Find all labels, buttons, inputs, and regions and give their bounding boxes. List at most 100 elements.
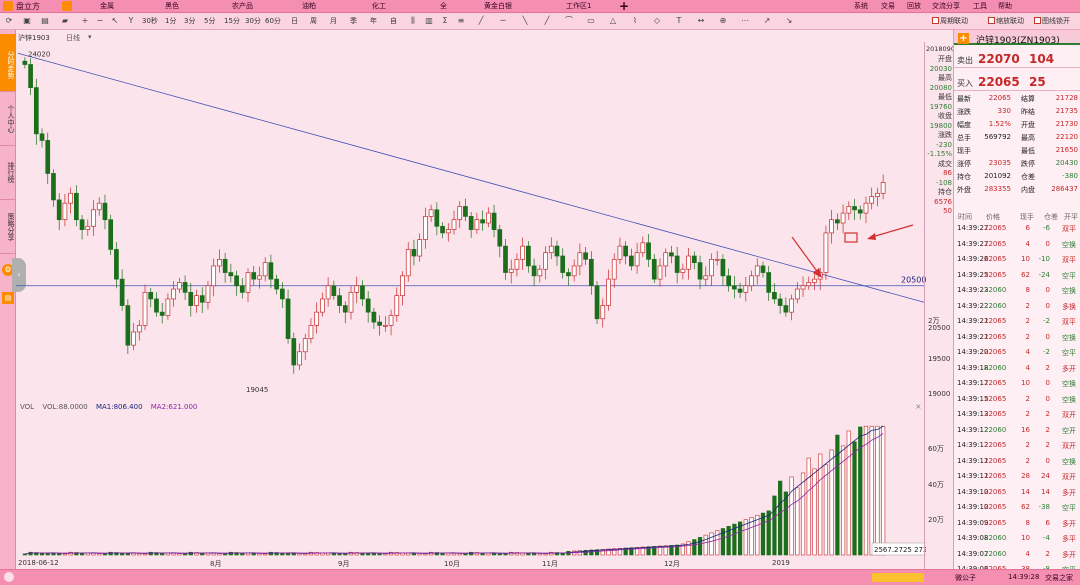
draw-tool-icon-14[interactable]: ↘ xyxy=(784,16,794,26)
open-folder-icon[interactable]: ▰ xyxy=(60,16,70,26)
bar-chart-icon[interactable]: ▥ xyxy=(424,16,434,26)
menu-right-5[interactable]: 帮助 xyxy=(998,1,1012,11)
menu-tab-0[interactable]: 金属 xyxy=(100,1,114,11)
buy-row[interactable]: 买入 22065 25 xyxy=(954,74,1080,91)
menu-tab-6[interactable]: 黄金白银 xyxy=(484,1,512,11)
draw-tool-icon-4[interactable]: ⌒ xyxy=(564,16,574,26)
checkbox-icon[interactable] xyxy=(988,17,995,24)
draw-tool-icon-13[interactable]: ↗ xyxy=(762,16,772,26)
period-10[interactable]: 季 xyxy=(350,16,357,26)
tools-icon[interactable]: ▤ xyxy=(2,292,14,304)
candle xyxy=(268,254,274,289)
zoom-in-icon[interactable]: + xyxy=(80,16,90,26)
checkbox-icon[interactable] xyxy=(1034,17,1041,24)
period-5[interactable]: 30分 xyxy=(245,16,261,26)
compare-icon[interactable]: ≡ xyxy=(456,16,466,26)
period-4[interactable]: 15分 xyxy=(224,16,240,26)
indicator-icon[interactable]: Σ xyxy=(440,16,450,26)
side-tab-1[interactable]: 个人中心 xyxy=(0,88,16,146)
trend-line[interactable] xyxy=(17,52,925,303)
quote-label: 总手 xyxy=(957,134,971,142)
info-label: 涨跌 xyxy=(938,131,952,139)
draw-tool-icon-9[interactable]: T xyxy=(674,16,684,26)
volume-bar xyxy=(463,553,468,556)
draw-tool-icon-0[interactable]: ╱ xyxy=(476,16,486,26)
candle-icon[interactable]: ⫼ xyxy=(408,16,418,26)
draw-tool-icon-10[interactable]: ↔ xyxy=(696,16,706,26)
draw-tool-icon-1[interactable]: ─ xyxy=(498,16,508,26)
volume-bar xyxy=(102,553,108,556)
price-chart[interactable]: 20500 24020 19045 xyxy=(16,42,926,400)
lock-icon[interactable]: ▣ xyxy=(22,16,32,26)
checkbox-icon[interactable] xyxy=(932,17,939,24)
toolbar-option-1[interactable]: 缩放联动 xyxy=(988,16,1024,26)
quote-row: 幅度 1.52% 开盘 21730 xyxy=(954,119,1080,131)
period-2[interactable]: 3分 xyxy=(184,16,195,26)
menu-right-3[interactable]: 交流分享 xyxy=(932,1,960,11)
period-8[interactable]: 周 xyxy=(310,16,317,26)
menu-tab-5[interactable]: 全 xyxy=(440,1,447,11)
toolbar-option-2[interactable]: 图线锁开 xyxy=(1034,16,1070,26)
period-1[interactable]: 1分 xyxy=(165,16,176,26)
period-6[interactable]: 60分 xyxy=(265,16,281,26)
menu-tab-7[interactable]: 工作区1 xyxy=(566,1,591,11)
custom-period[interactable]: 自 xyxy=(390,16,397,26)
candle xyxy=(251,265,257,286)
draw-tool-icon-6[interactable]: △ xyxy=(608,16,618,26)
tick-cell: 22065 xyxy=(984,239,1007,248)
toolbar-option-0[interactable]: 周期联动 xyxy=(932,16,968,26)
side-tab-3[interactable]: 策略分享 xyxy=(0,196,16,254)
candle xyxy=(302,333,308,361)
candle xyxy=(566,268,571,286)
home-icon[interactable] xyxy=(62,1,72,11)
save-icon[interactable]: ▤ xyxy=(40,16,50,26)
zoom-out-icon[interactable]: − xyxy=(95,16,105,26)
period-3[interactable]: 5分 xyxy=(204,16,215,26)
side-tab-0[interactable]: 分时走势 xyxy=(0,34,16,92)
menu-right-1[interactable]: 交易 xyxy=(881,1,895,11)
candle xyxy=(600,298,606,328)
period-dropdown-icon[interactable]: ▾ xyxy=(88,33,92,41)
sell-row[interactable]: 卖出 22070 104 xyxy=(954,51,1080,68)
volume-bar xyxy=(806,457,811,556)
menu-tab-4[interactable]: 化工 xyxy=(372,1,386,11)
refresh-icon[interactable]: ⟳ xyxy=(4,16,14,26)
tick-cell: 62 xyxy=(1021,503,1030,511)
menu-tab-1[interactable]: 黑色 xyxy=(165,1,179,11)
close-volume-icon[interactable]: × xyxy=(915,402,922,411)
add-watch-icon[interactable]: + xyxy=(958,33,969,44)
period-9[interactable]: 月 xyxy=(330,16,337,26)
tick-cell: 多换 xyxy=(1062,302,1076,311)
info-label: 最低 xyxy=(938,93,952,101)
menu-right-0[interactable]: 系统 xyxy=(854,1,868,11)
draw-tool-icon-5[interactable]: ▭ xyxy=(586,16,596,26)
period-11[interactable]: 年 xyxy=(370,16,377,26)
candle xyxy=(62,194,68,227)
volume-chart[interactable]: 2567.2725 2726 xyxy=(16,412,926,557)
quote-label: 现手 xyxy=(957,147,971,155)
volume-bar xyxy=(692,539,697,556)
volume-bar xyxy=(411,553,417,556)
candle xyxy=(142,284,148,331)
draw-tool-icon-8[interactable]: ◇ xyxy=(652,16,662,26)
menu-tab-2[interactable]: 农产品 xyxy=(232,1,253,11)
period-7[interactable]: 日 xyxy=(291,16,298,26)
quote-row: 现手 最低 21650 xyxy=(954,145,1080,157)
menu-right-2[interactable]: 回放 xyxy=(907,1,921,11)
cursor-icon[interactable]: ↖ xyxy=(110,16,120,26)
vol-tick: 20万 xyxy=(928,516,944,524)
draw-tool-icon-2[interactable]: ╲ xyxy=(520,16,530,26)
add-tab-icon[interactable]: + xyxy=(619,0,629,13)
volume-bar xyxy=(881,425,886,556)
menu-right-4[interactable]: 工具 xyxy=(973,1,987,11)
draw-tool-icon-7[interactable]: ⌇ xyxy=(630,16,640,26)
menu-tab-3[interactable]: 油粕 xyxy=(302,1,316,11)
draw-tool-icon-3[interactable]: ╱ xyxy=(542,16,552,26)
volume-bar xyxy=(497,553,502,556)
sell-label: 卖出 xyxy=(957,56,973,65)
side-tab-2[interactable]: 排行榜 xyxy=(0,142,16,200)
y-axis-icon[interactable]: Y xyxy=(126,16,136,26)
period-0[interactable]: 30秒 xyxy=(142,16,158,26)
draw-tool-icon-11[interactable]: ⊕ xyxy=(718,16,728,26)
draw-tool-icon-12[interactable]: ⋯ xyxy=(740,16,750,26)
